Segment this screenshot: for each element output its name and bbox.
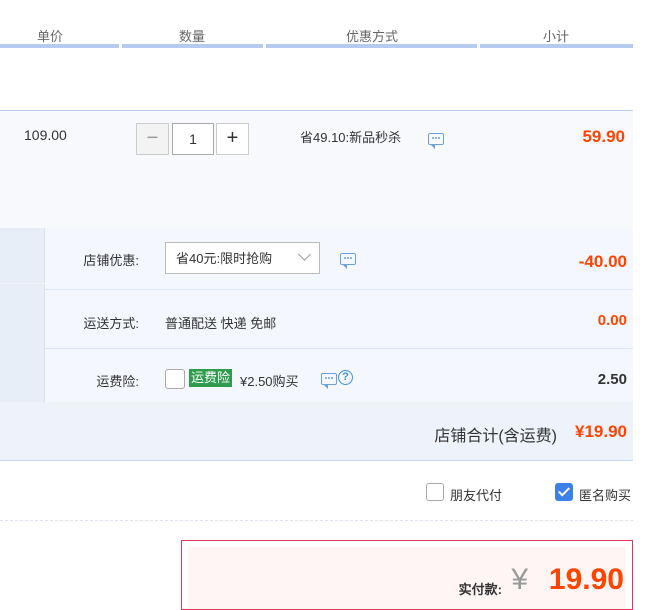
insurance-value: 2.50 <box>597 371 627 388</box>
header-quantity: 数量 <box>178 29 205 44</box>
insurance-badge: 运费险 <box>189 369 233 387</box>
shop-total-row: 店铺合计(含运费) ¥19.90 <box>0 402 633 461</box>
insurance-checkbox[interactable] <box>165 369 185 389</box>
shipping-insurance-row: 运费险: 运费险 ¥2.50购买 ? 2.50 <box>45 349 633 403</box>
friend-pay-label[interactable]: 朋友代付 <box>450 485 502 504</box>
item-subtotal: 59.90 <box>582 127 625 146</box>
insurance-label: 运费险: <box>96 374 139 389</box>
shop-discount-selected: 省40元:限时抢购 <box>176 251 273 266</box>
shipping-label: 运送方式: <box>83 316 139 331</box>
shipping-row: 运送方式: 普通配送 快递 免邮 0.00 <box>45 290 633 349</box>
payment-amount: 19.90 <box>548 563 624 596</box>
decrease-quantity-button[interactable]: − <box>136 123 169 155</box>
header-underline <box>122 44 263 48</box>
shop-discount-select[interactable]: 省40元:限时抢购 <box>165 242 320 274</box>
help-icon[interactable]: ? <box>338 370 353 385</box>
comment-icon[interactable] <box>321 373 337 389</box>
header-underline <box>266 44 477 48</box>
shop-discount-row: 店铺优惠: 省40元:限时抢购 -40.00 <box>45 228 633 290</box>
shipping-value: 0.00 <box>597 312 627 329</box>
shop-discount-label: 店铺优惠: <box>83 253 139 268</box>
shop-section: 店铺优惠: 省40元:限时抢购 -40.00 运送方式: 普通配送 快递 免邮 … <box>0 228 633 461</box>
increase-quantity-button[interactable]: + <box>216 123 249 155</box>
header-underline <box>0 44 119 48</box>
divider <box>0 520 633 521</box>
comment-icon[interactable] <box>428 133 444 149</box>
chevron-down-icon <box>298 248 311 261</box>
shop-left-cell <box>0 284 45 402</box>
header-discount: 优惠方式 <box>345 29 398 44</box>
comment-icon[interactable] <box>340 253 356 269</box>
payment-summary-inner: 实付款: ¥ 19.90 <box>188 547 626 609</box>
unit-price: 109.00 <box>24 127 67 143</box>
table-header: 单价 数量 优惠方式 小计 <box>0 0 633 48</box>
header-subtotal: 小计 <box>542 29 569 44</box>
insurance-price: ¥2.50购买 <box>240 374 299 389</box>
currency-symbol: ¥ <box>511 563 528 596</box>
friend-pay-checkbox[interactable] <box>426 483 444 501</box>
quantity-input[interactable]: 1 <box>172 123 214 155</box>
shop-total-value: ¥19.90 <box>575 422 627 441</box>
order-item-row: 109.00 − 1 + 省49.10:新品秒杀 59.90 <box>0 110 633 230</box>
header-unit-price: 单价 <box>36 29 63 44</box>
shipping-method: 普通配送 快递 免邮 <box>165 316 277 331</box>
header-underline <box>480 44 633 48</box>
payment-summary-box: 实付款: ¥ 19.90 <box>181 540 633 610</box>
item-promotion: 省49.10:新品秒杀 <box>300 130 402 145</box>
shop-left-cell <box>0 228 45 283</box>
anonymous-purchase-label[interactable]: 匿名购买 <box>579 485 631 504</box>
quantity-stepper: − 1 + <box>136 123 249 155</box>
shop-discount-value: -40.00 <box>578 252 627 271</box>
payment-label: 实付款: <box>458 582 502 597</box>
shop-total-label: 店铺合计(含运费) <box>434 428 557 445</box>
anonymous-purchase-checkbox[interactable] <box>555 483 573 501</box>
